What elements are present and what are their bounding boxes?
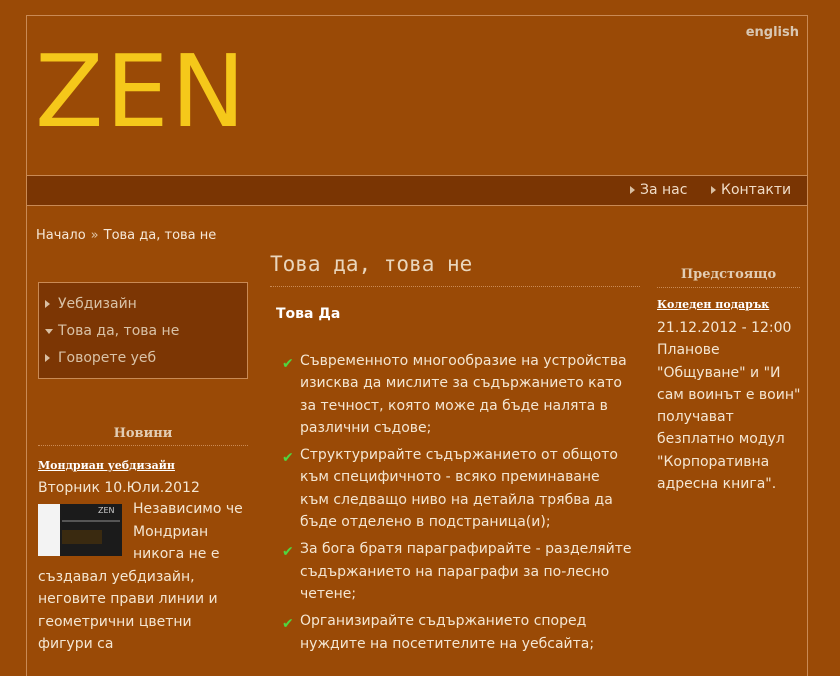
checkmark-icon: ✔ <box>282 450 294 467</box>
main-navbar: За нас Контакти <box>27 175 807 206</box>
subnav-item-label: Това да, това не <box>58 323 180 339</box>
subnav-item-label: Говорете уеб <box>58 350 157 366</box>
nav-item-about[interactable]: За нас <box>630 182 687 198</box>
news-item-title-link[interactable]: Мондриан уебдизайн <box>38 459 175 472</box>
subnav-item-webdesign[interactable]: Уебдизайн <box>45 296 137 312</box>
list-item: ✔ За бога братя параграфирайте - разделяй… <box>282 541 632 602</box>
subnav-item-label: Уебдизайн <box>58 296 137 312</box>
nav-item-label: Контакти <box>721 182 792 198</box>
dos-list: ✔ Съвременното многообразие на устройства… <box>282 350 632 660</box>
upcoming-item-body: 21.12.2012 - 12:00 Планове "Общуване" и … <box>657 317 805 495</box>
breadcrumb-current: Това да, това не <box>103 228 217 243</box>
checkmark-icon: ✔ <box>282 544 294 561</box>
list-item: ✔ Организирайте съдържанието според нужди… <box>282 613 595 652</box>
news-item-date: Вторник 10.Юли.2012 <box>38 480 200 496</box>
triangle-right-icon <box>45 300 50 308</box>
breadcrumb: Начало » Това да, това не <box>36 228 216 243</box>
nav-item-contacts[interactable]: Контакти <box>711 182 791 198</box>
news-thumbnail[interactable]: ZEN <box>38 504 122 556</box>
upcoming-item-datetime: 21.12.2012 - 12:00 <box>657 320 792 336</box>
section-subnav: Уебдизайн Това да, това не Говорете уеб <box>38 282 248 379</box>
title-divider <box>270 286 640 287</box>
site-logo[interactable]: ZEN <box>35 42 248 142</box>
thumbnail-label: ZEN <box>98 506 115 515</box>
checkmark-icon: ✔ <box>282 616 294 633</box>
list-item: ✔ Структурирайте съдържанието от общото к… <box>282 447 618 531</box>
triangle-right-icon <box>711 186 716 194</box>
upcoming-heading: Предстоящо <box>680 267 777 282</box>
upcoming-divider <box>657 287 800 288</box>
breadcrumb-separator: » <box>90 228 99 243</box>
upcoming-item-text: Планове "Общуване" и "И сам воинът е вои… <box>657 342 801 493</box>
subnav-item-speak-web[interactable]: Говорете уеб <box>45 350 156 366</box>
triangle-right-icon <box>45 354 50 362</box>
subnav-item-dos-donts[interactable]: Това да, това не <box>45 323 179 339</box>
checkmark-icon: ✔ <box>282 356 294 372</box>
language-link-english[interactable]: english <box>746 25 799 40</box>
page-title: Това да, това не <box>270 252 473 276</box>
upcoming-item-title-link[interactable]: Коледен подарък <box>657 298 769 311</box>
nav-item-label: За нас <box>640 182 688 198</box>
triangle-down-icon <box>45 328 53 334</box>
news-divider <box>38 445 248 446</box>
triangle-right-icon <box>630 186 635 194</box>
breadcrumb-home-link[interactable]: Начало <box>36 228 86 243</box>
list-item: ✔ Съвременното многообразие на устройства… <box>282 353 627 436</box>
news-heading: Новини <box>113 426 173 441</box>
section-title: Това Да <box>276 306 341 322</box>
